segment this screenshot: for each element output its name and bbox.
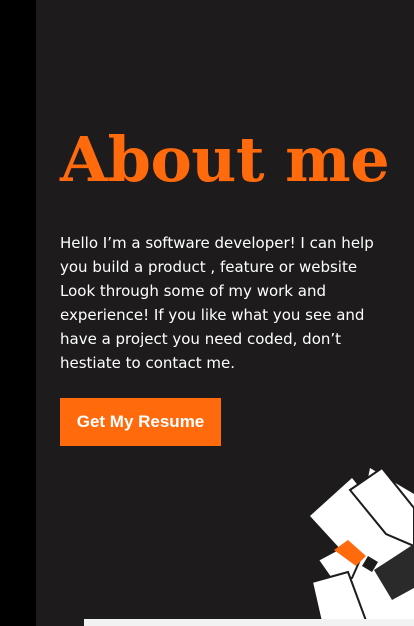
bottom-strip bbox=[84, 619, 414, 626]
illustration-figure bbox=[310, 466, 414, 626]
page: About me Hello I’m a software developer!… bbox=[0, 0, 414, 626]
about-title: About me bbox=[60, 123, 390, 196]
about-intro-text: Hello I’m a software developer! I can he… bbox=[60, 234, 374, 372]
about-section: About me Hello I’m a software developer!… bbox=[36, 0, 414, 626]
get-resume-button[interactable]: Get My Resume bbox=[60, 398, 221, 446]
decorative-illustration bbox=[310, 466, 414, 626]
